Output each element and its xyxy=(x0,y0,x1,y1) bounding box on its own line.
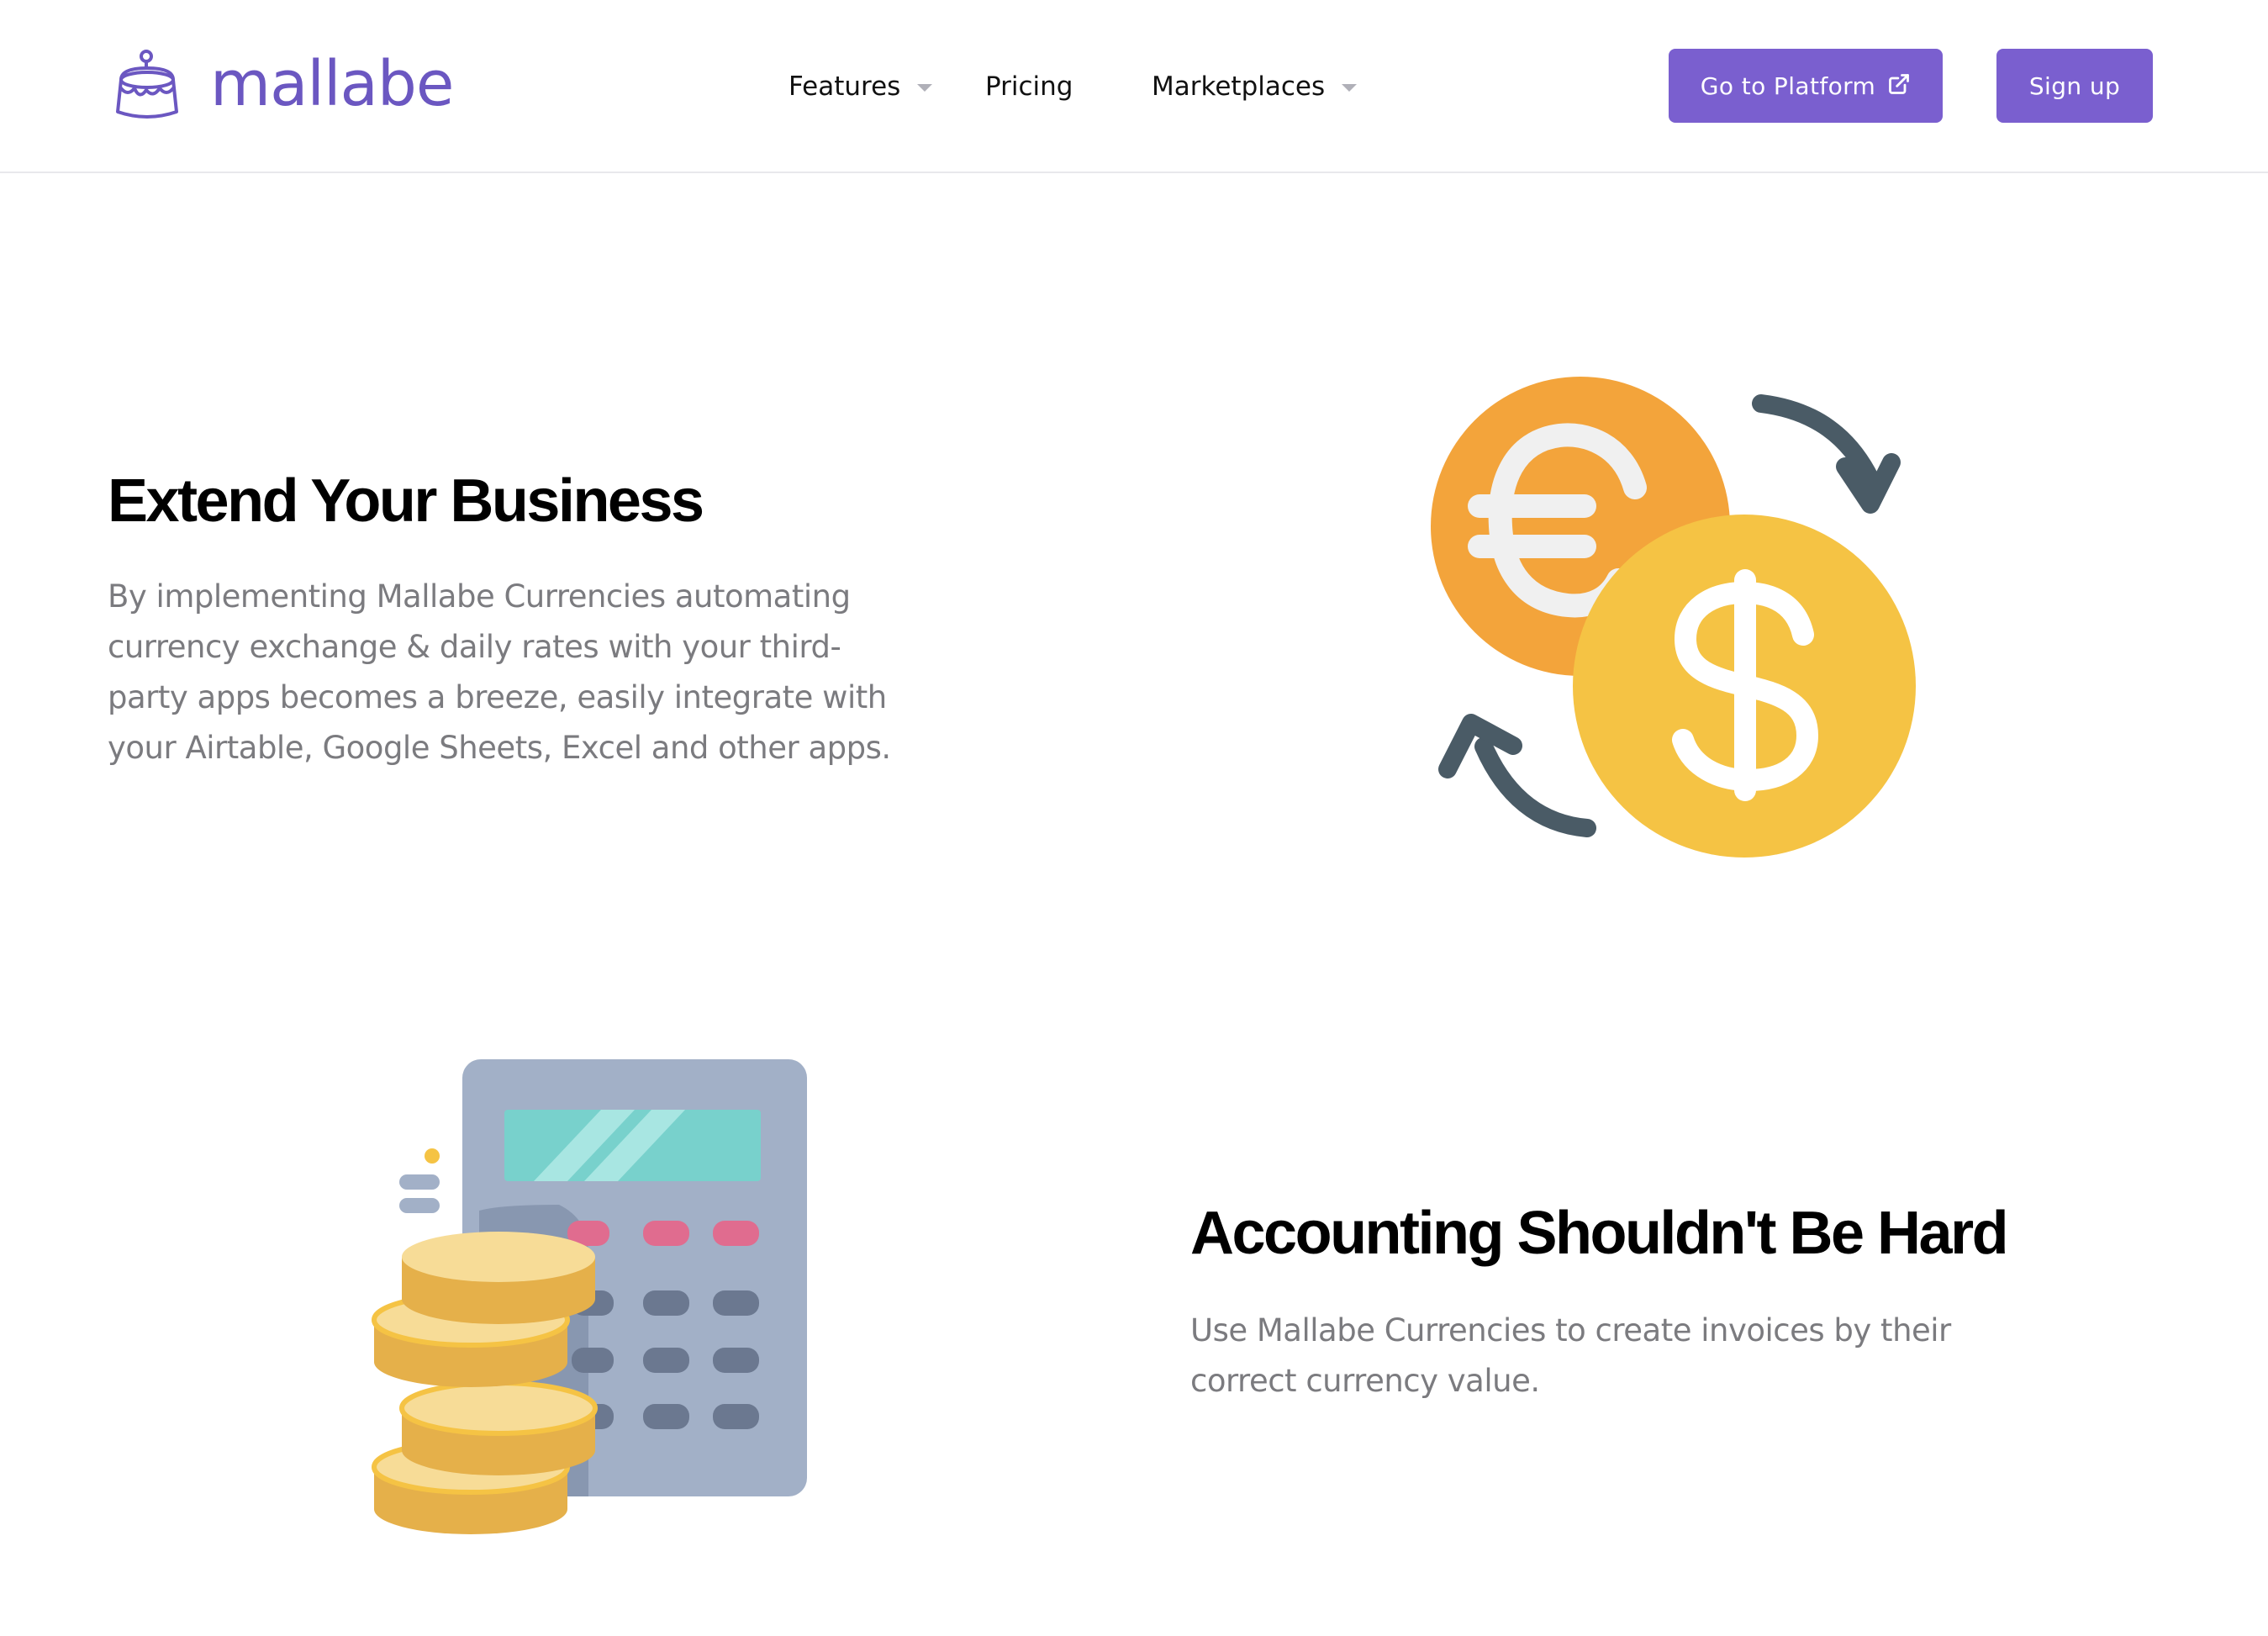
sign-up-button[interactable]: Sign up xyxy=(1996,49,2153,123)
nav-marketplaces[interactable]: Marketplaces xyxy=(1152,57,1358,116)
calculator-coins-icon xyxy=(372,1059,807,1534)
section-body-accounting: Use Mallabe Currencies to create invoice… xyxy=(1190,1312,1951,1399)
section-title-accounting: Accounting Shouldn't Be Hard xyxy=(1190,1200,2009,1267)
nav-pricing-label: Pricing xyxy=(985,71,1073,102)
section-title-extend-business: Extend Your Business xyxy=(108,467,704,535)
chevron-down-icon xyxy=(1342,83,1358,92)
nav-features-label: Features xyxy=(789,71,901,102)
external-link-icon xyxy=(1889,74,1910,94)
cake-icon xyxy=(116,50,178,119)
currency-exchange-icon xyxy=(1431,377,1916,858)
brand-logo[interactable]: mallabe xyxy=(109,47,454,124)
exchange-arrow-bottom-icon xyxy=(1474,737,1596,837)
brand-name: mallabe xyxy=(210,48,454,120)
go-to-platform-label: Go to Platform xyxy=(1700,71,1876,100)
section-body-extend-business: By implementing Mallabe Currencies autom… xyxy=(108,578,891,766)
site-header: mallabe Features Pricing Marketplaces Go… xyxy=(0,0,2268,173)
chevron-down-icon xyxy=(917,83,933,92)
nav-features[interactable]: Features xyxy=(789,57,933,116)
nav-pricing[interactable]: Pricing xyxy=(985,57,1073,116)
nav-marketplaces-label: Marketplaces xyxy=(1152,71,1326,102)
go-to-platform-button[interactable]: Go to Platform xyxy=(1669,49,1943,123)
sign-up-label: Sign up xyxy=(2028,71,2121,100)
